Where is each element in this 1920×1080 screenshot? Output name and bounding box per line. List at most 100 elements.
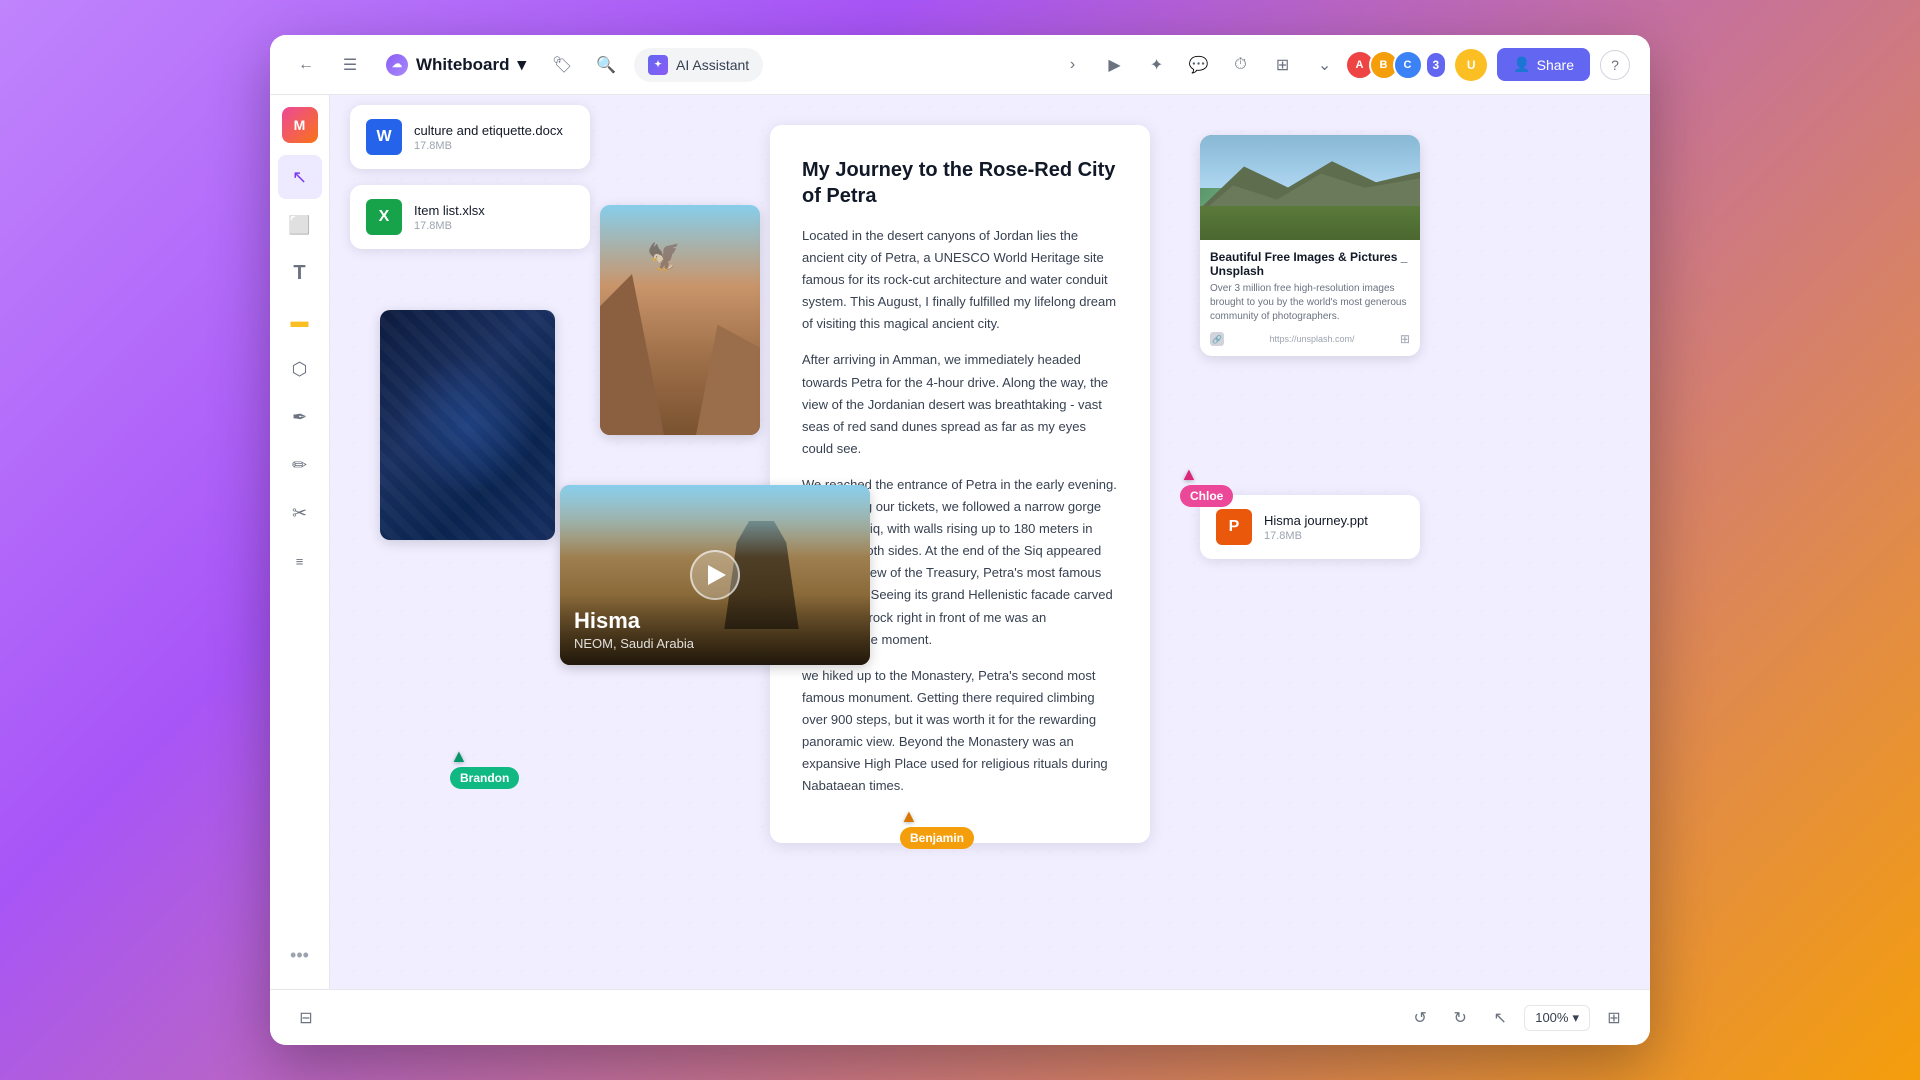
sticky-tool-btn[interactable]: ▬ xyxy=(278,299,322,343)
table-icon: ⊞ xyxy=(1276,55,1289,75)
video-location-title: Hisma xyxy=(574,608,856,634)
link-preview-body: Beautiful Free Images & Pictures _ Unspl… xyxy=(1200,240,1420,356)
sidebar-logo: M xyxy=(282,107,318,143)
avatar-3: C xyxy=(1393,50,1423,80)
brandon-cursor: ▲ Brandon xyxy=(450,747,519,789)
top-bar-right: › ▶ ✦ 💬 ⏱ ⊞ ⌄ A B C 3 xyxy=(1057,48,1630,81)
ppt-file-icon: P xyxy=(1216,509,1252,545)
cloud-icon: ☁ xyxy=(386,54,408,76)
excel-file-info: Item list.xlsx 17.8MB xyxy=(414,203,574,232)
more-toolbar-button[interactable]: ⌄ xyxy=(1309,49,1341,81)
play-icon: ▶ xyxy=(1108,55,1120,75)
menu-button[interactable]: ☰ xyxy=(334,49,366,81)
cursor-mode-icon: ↖ xyxy=(1494,1008,1507,1028)
link-expand-icon[interactable]: ⊞ xyxy=(1400,332,1410,346)
excel-file-icon: X xyxy=(366,199,402,235)
list-icon: ≡ xyxy=(296,554,304,569)
undo-icon: ↺ xyxy=(1414,1008,1427,1028)
video-block[interactable]: Hisma NEOM, Saudi Arabia xyxy=(560,485,870,665)
brush-tool-btn[interactable]: ✏ xyxy=(278,443,322,487)
minimap-button[interactable]: ⊞ xyxy=(1598,1002,1630,1034)
frame-tool-btn[interactable]: ⬜ xyxy=(278,203,322,247)
canvas[interactable]: W culture and etiquette.docx 17.8MB X It… xyxy=(330,95,1650,989)
table-button[interactable]: ⊞ xyxy=(1267,49,1299,81)
shape-tool-btn[interactable]: ⬡ xyxy=(278,347,322,391)
screen-share-icon: ⊟ xyxy=(299,1008,312,1028)
scissors-tool-btn[interactable]: ✂ xyxy=(278,491,322,535)
ai-assistant-label: AI Assistant xyxy=(676,57,749,73)
pen-tool-btn[interactable]: ✒ xyxy=(278,395,322,439)
forward-icon: › xyxy=(1070,56,1075,74)
left-sidebar: M ↖ ⬜ T ▬ ⬡ ✒ ✏ ✂ xyxy=(270,95,330,989)
timer-button[interactable]: ⏱ xyxy=(1225,49,1257,81)
benjamin-cursor-arrow: ▲ xyxy=(900,807,918,825)
link-favicon: 🔗 xyxy=(1210,332,1224,346)
tag-button[interactable]: 🏷 xyxy=(546,49,578,81)
select-icon: ↖ xyxy=(292,167,307,188)
more-tools-icon: ••• xyxy=(290,945,309,966)
text-tool-btn[interactable]: T xyxy=(278,251,322,295)
article-body-2: After arriving in Amman, we immediately … xyxy=(802,349,1118,459)
link-url: https://unsplash.com/ xyxy=(1269,334,1354,344)
chloe-cursor-label: Chloe xyxy=(1180,485,1233,507)
scissors-icon: ✂ xyxy=(292,503,307,524)
top-bar-left: ← ☰ ☁ Whiteboard ▾ 🏷 🔍 ✦ AI Assistant xyxy=(290,48,1045,82)
word-file-card[interactable]: W culture and etiquette.docx 17.8MB xyxy=(350,105,590,169)
help-button[interactable]: ? xyxy=(1600,50,1630,80)
whiteboard-title-btn[interactable]: ☁ Whiteboard ▾ xyxy=(378,50,534,80)
brush-icon: ✏ xyxy=(292,455,307,476)
desert-top-image[interactable]: 🦅 xyxy=(600,205,760,435)
minimap-icon: ⊞ xyxy=(1607,1008,1620,1028)
timer-icon: ⏱ xyxy=(1234,56,1246,74)
sparkle-icon: ✦ xyxy=(1150,55,1163,75)
whiteboard-title-text: Whiteboard xyxy=(416,55,510,75)
main-content: M ↖ ⬜ T ▬ ⬡ ✒ ✏ ✂ xyxy=(270,95,1650,989)
sparkle-button[interactable]: ✦ xyxy=(1141,49,1173,81)
word-file-info: culture and etiquette.docx 17.8MB xyxy=(414,123,574,152)
redo-button[interactable]: ↻ xyxy=(1444,1002,1476,1034)
cursor-mode-button[interactable]: ↖ xyxy=(1484,1002,1516,1034)
share-icon: 👤 xyxy=(1513,56,1530,73)
play-button[interactable]: ▶ xyxy=(1099,49,1131,81)
undo-button[interactable]: ↺ xyxy=(1404,1002,1436,1034)
video-overlay: Hisma NEOM, Saudi Arabia xyxy=(560,594,870,665)
back-button[interactable]: ← xyxy=(290,49,322,81)
bottom-bar: ⊟ ↺ ↻ ↖ 100% ▾ ⊞ xyxy=(270,989,1650,1045)
zoom-selector[interactable]: 100% ▾ xyxy=(1524,1005,1590,1031)
bottom-right: ↺ ↻ ↖ 100% ▾ ⊞ xyxy=(1404,1002,1630,1034)
link-preview-card[interactable]: Beautiful Free Images & Pictures _ Unspl… xyxy=(1200,135,1420,356)
menu-icon: ☰ xyxy=(343,55,357,75)
app-window: ← ☰ ☁ Whiteboard ▾ 🏷 🔍 ✦ AI Assistant xyxy=(270,35,1650,1045)
chloe-cursor-arrow: ▲ xyxy=(1180,465,1198,483)
more-tools-button[interactable]: ••• xyxy=(278,933,322,977)
play-triangle-icon xyxy=(708,565,726,585)
forward-nav-button[interactable]: › xyxy=(1057,49,1089,81)
excel-file-card[interactable]: X Item list.xlsx 17.8MB xyxy=(350,185,590,249)
sticky-icon: ▬ xyxy=(291,311,309,332)
brandon-cursor-arrow: ▲ xyxy=(450,747,468,765)
share-button[interactable]: 👤 Share xyxy=(1497,48,1590,81)
chat-button[interactable]: 💬 xyxy=(1183,49,1215,81)
swirl-image[interactable] xyxy=(380,310,555,540)
ai-icon: ✦ xyxy=(648,55,668,75)
shape-icon: ⬡ xyxy=(292,359,308,380)
link-preview-image xyxy=(1200,135,1420,240)
excel-file-size: 17.8MB xyxy=(414,220,574,232)
article-body-4: we hiked up to the Monastery, Petra's se… xyxy=(802,665,1118,798)
list-tool-btn[interactable]: ≡ xyxy=(278,539,322,583)
link-preview-footer: 🔗 https://unsplash.com/ ⊞ xyxy=(1210,332,1410,346)
excel-file-name: Item list.xlsx xyxy=(414,203,574,218)
select-tool-btn[interactable]: ↖ xyxy=(278,155,322,199)
word-file-name: culture and etiquette.docx xyxy=(414,123,574,138)
play-button-video[interactable] xyxy=(690,550,740,600)
avatar-count-badge: 3 xyxy=(1427,53,1446,77)
word-file-size: 17.8MB xyxy=(414,140,574,152)
more-toolbar-icon: ⌄ xyxy=(1318,55,1331,75)
screen-share-button[interactable]: ⊟ xyxy=(290,1002,322,1034)
help-icon: ? xyxy=(1611,57,1619,73)
search-button[interactable]: 🔍 xyxy=(590,49,622,81)
current-user-avatar[interactable]: U xyxy=(1455,49,1487,81)
redo-icon: ↻ xyxy=(1454,1008,1467,1028)
ai-assistant-button[interactable]: ✦ AI Assistant xyxy=(634,48,763,82)
brandon-cursor-label: Brandon xyxy=(450,767,519,789)
